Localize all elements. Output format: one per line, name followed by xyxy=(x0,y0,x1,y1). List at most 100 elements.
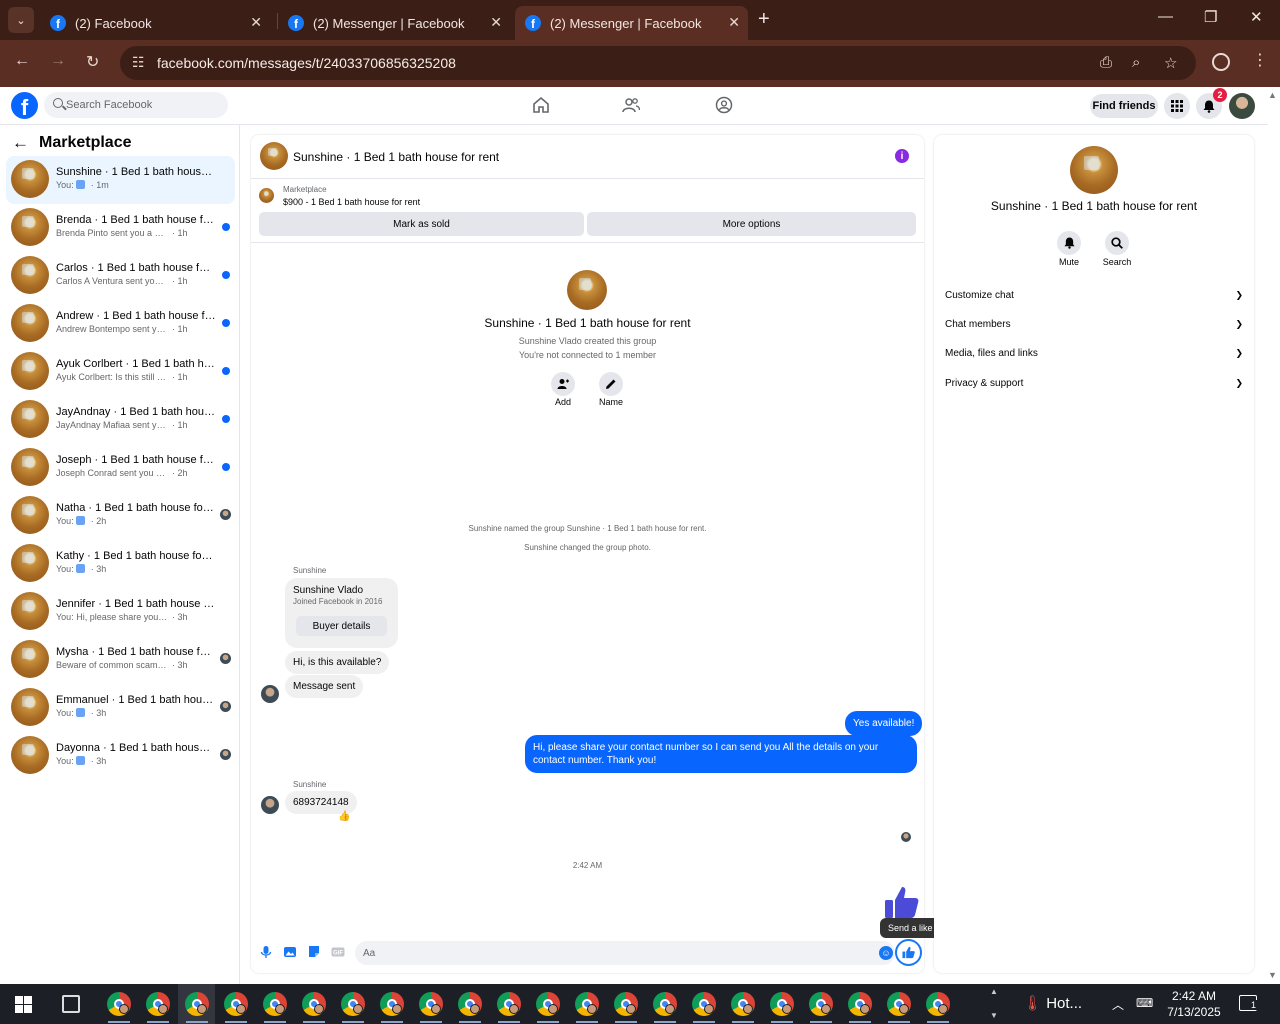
chrome-browser-icon[interactable] xyxy=(185,992,209,1016)
message-composer[interactable]: ☺ xyxy=(355,941,895,965)
taskbar-scroll-up-icon[interactable]: ▲ xyxy=(990,987,998,996)
send-like-button[interactable] xyxy=(895,939,922,966)
chrome-browser-icon[interactable] xyxy=(419,992,443,1016)
facebook-search[interactable] xyxy=(44,92,228,118)
chrome-browser-icon[interactable] xyxy=(731,992,755,1016)
close-tab-icon[interactable]: ✕ xyxy=(490,14,502,31)
chrome-browser-icon[interactable] xyxy=(536,992,560,1016)
back-arrow-icon[interactable]: ← xyxy=(14,52,30,70)
conversation-item[interactable]: Brenda · 1 Bed 1 bath house for rent Bren… xyxy=(6,204,235,252)
conversation-item[interactable]: Andrew · 1 Bed 1 bath house for rent Andr… xyxy=(6,300,235,348)
chat-group-avatar[interactable] xyxy=(260,142,288,170)
gif-icon[interactable]: GIF xyxy=(331,945,345,959)
conversation-info-icon[interactable]: i xyxy=(895,149,909,163)
page-scroll-up-icon[interactable]: ▲ xyxy=(1268,90,1277,100)
close-tab-icon[interactable]: ✕ xyxy=(250,14,262,31)
incoming-message[interactable]: Hi, is this available? xyxy=(285,651,390,674)
conversation-item[interactable]: Carlos · 1 Bed 1 bath house for rent Carl… xyxy=(6,252,235,300)
task-view-icon[interactable] xyxy=(62,995,80,1013)
conversation-item[interactable]: Jennifer · 1 Bed 1 bath house for rent Yo… xyxy=(6,588,235,636)
chrome-browser-icon[interactable] xyxy=(341,992,365,1016)
conversation-item[interactable]: Sunshine · 1 Bed 1 bath house for rent Yo… xyxy=(6,156,235,204)
close-tab-icon[interactable]: ✕ xyxy=(728,14,740,31)
message-input[interactable] xyxy=(363,945,863,961)
browser-tab-3-active[interactable]: f (2) Messenger | Facebook ✕ xyxy=(515,6,748,40)
conversation-item[interactable]: Emmanuel · 1 Bed 1 bath house for rent Yo… xyxy=(6,684,235,732)
emoji-icon[interactable]: ☺ xyxy=(879,946,893,960)
conversation-item[interactable]: Mysha · 1 Bed 1 bath house for rent Bewar… xyxy=(6,636,235,684)
microphone-icon[interactable] xyxy=(259,945,273,959)
taskbar-scroll-down-icon[interactable]: ▼ xyxy=(990,1011,998,1020)
chrome-browser-icon[interactable] xyxy=(692,992,716,1016)
sender-avatar[interactable] xyxy=(261,685,279,703)
menu-grid-button[interactable] xyxy=(1164,93,1190,119)
restore-icon[interactable]: ❐ xyxy=(1204,8,1217,26)
chrome-browser-icon[interactable] xyxy=(380,992,404,1016)
chrome-browser-icon[interactable] xyxy=(458,992,482,1016)
chrome-browser-icon[interactable] xyxy=(302,992,326,1016)
chat-members-row[interactable]: Chat members ❯ xyxy=(945,319,1245,339)
chrome-browser-icon[interactable] xyxy=(653,992,677,1016)
bookmark-star-icon[interactable]: ☆ xyxy=(1164,54,1177,72)
reaction-emoji[interactable]: 👍 xyxy=(338,811,350,822)
add-member-button[interactable] xyxy=(551,372,575,396)
reload-icon[interactable]: ↻ xyxy=(86,52,99,72)
chrome-browser-icon[interactable] xyxy=(848,992,872,1016)
account-avatar[interactable] xyxy=(1229,93,1255,119)
customize-chat-row[interactable]: Customize chat ❯ xyxy=(945,290,1245,310)
listing-price-title[interactable]: $900 - 1 Bed 1 bath house for rent xyxy=(283,197,420,207)
chat-title[interactable]: Sunshine · 1 Bed 1 bath house for rent xyxy=(293,150,499,164)
address-bar[interactable]: ☷ facebook.com/messages/t/24033706856325… xyxy=(120,46,1196,80)
chrome-browser-icon[interactable] xyxy=(614,992,638,1016)
outgoing-message[interactable]: Hi, please share your contact number so … xyxy=(525,735,917,773)
close-window-icon[interactable]: ✕ xyxy=(1250,8,1263,26)
windows-start-icon[interactable] xyxy=(15,996,32,1013)
privacy-support-row[interactable]: Privacy & support ❯ xyxy=(945,378,1245,398)
search-in-conversation-button[interactable] xyxy=(1105,231,1129,255)
minimize-icon[interactable]: — xyxy=(1158,8,1173,25)
zoom-icon[interactable]: ⌕ xyxy=(1132,54,1140,71)
conversation-item[interactable]: Joseph · 1 Bed 1 bath house for rent Jose… xyxy=(6,444,235,492)
conversation-item[interactable]: JayAndnay · 1 Bed 1 bath house for rent J… xyxy=(6,396,235,444)
conversation-item[interactable]: Dayonna · 1 Bed 1 bath house for rent You… xyxy=(6,732,235,780)
browser-tab-2[interactable]: f (2) Messenger | Facebook ✕ xyxy=(278,6,510,40)
mark-as-sold-button[interactable]: Mark as sold xyxy=(259,212,584,236)
mute-button[interactable] xyxy=(1057,231,1081,255)
browser-menu-icon[interactable]: ⋮ xyxy=(1252,50,1268,70)
chrome-browser-icon[interactable] xyxy=(887,992,911,1016)
media-files-links-row[interactable]: Media, files and links ❯ xyxy=(945,348,1245,368)
conversation-item[interactable]: Ayuk Corlbert · 1 Bed 1 bath house for r… xyxy=(6,348,235,396)
new-tab-button[interactable]: + xyxy=(758,8,770,31)
friends-icon[interactable] xyxy=(622,96,640,114)
chrome-browser-icon[interactable] xyxy=(926,992,950,1016)
buyer-details-button[interactable]: Buyer details xyxy=(296,616,387,636)
groups-icon[interactable] xyxy=(715,96,733,114)
forward-arrow-icon[interactable]: → xyxy=(50,52,66,70)
taskbar-clock[interactable]: 2:42 AM 7/13/2025 xyxy=(1160,988,1228,1020)
chrome-browser-icon[interactable] xyxy=(575,992,599,1016)
page-scroll-down-icon[interactable]: ▼ xyxy=(1268,970,1277,980)
home-icon[interactable] xyxy=(532,96,550,114)
keyboard-icon[interactable]: ⌨ xyxy=(1136,996,1153,1010)
photo-icon[interactable] xyxy=(283,945,297,959)
weather-widget[interactable]: 🌡 Hot... xyxy=(1023,994,1082,1012)
rename-button[interactable] xyxy=(599,372,623,396)
show-hidden-icons-icon[interactable]: ︿ xyxy=(1112,996,1124,1013)
more-options-button[interactable]: More options xyxy=(587,212,916,236)
browser-tab-1[interactable]: f (2) Facebook ✕ xyxy=(40,6,270,40)
chrome-browser-icon[interactable] xyxy=(146,992,170,1016)
sticker-icon[interactable] xyxy=(307,945,321,959)
chrome-browser-icon[interactable] xyxy=(809,992,833,1016)
browser-profile-icon[interactable] xyxy=(1212,53,1230,71)
listing-thumbnail[interactable] xyxy=(259,188,274,203)
site-info-icon[interactable]: ☷ xyxy=(132,54,145,71)
chrome-browser-icon[interactable] xyxy=(497,992,521,1016)
sender-avatar[interactable] xyxy=(261,796,279,814)
chrome-browser-icon[interactable] xyxy=(224,992,248,1016)
facebook-logo-icon[interactable]: f xyxy=(11,92,38,119)
incoming-message[interactable]: Message sent xyxy=(285,675,364,698)
find-friends-button[interactable]: Find friends xyxy=(1090,94,1158,118)
chrome-browser-icon[interactable] xyxy=(770,992,794,1016)
outgoing-message[interactable]: Yes available! xyxy=(845,711,923,736)
notification-center-icon[interactable]: 1 xyxy=(1239,995,1258,1011)
